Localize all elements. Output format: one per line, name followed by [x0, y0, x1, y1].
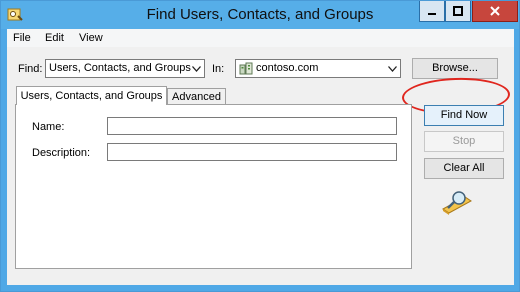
description-label: Description:	[32, 147, 91, 159]
menu-file[interactable]: File	[13, 32, 31, 44]
menu-bar: File Edit View	[7, 29, 514, 47]
chevron-down-icon	[191, 60, 201, 77]
magnifier-icon	[442, 191, 472, 215]
close-button[interactable]	[472, 1, 518, 22]
domain-icon	[239, 62, 253, 75]
dialog-client-area: File Edit View Find: Users, Contacts, an…	[7, 29, 514, 285]
find-combo[interactable]: Users, Contacts, and Groups	[45, 59, 205, 78]
stop-button[interactable]: Stop	[424, 131, 504, 152]
find-combo-value: Users, Contacts, and Groups	[49, 62, 191, 74]
find-now-button[interactable]: Find Now	[424, 105, 504, 126]
tab-advanced[interactable]: Advanced	[167, 88, 226, 104]
name-label: Name:	[32, 121, 65, 133]
find-dialog-window: Find Users, Contacts, and Groups File Ed…	[0, 0, 520, 292]
maximize-icon	[453, 6, 463, 16]
chevron-down-icon	[387, 60, 397, 77]
find-label: Find:	[18, 63, 43, 75]
browse-button[interactable]: Browse...	[412, 58, 498, 79]
maximize-button[interactable]	[445, 1, 471, 22]
in-combo-value: contoso.com	[256, 62, 319, 74]
in-label: In:	[212, 63, 225, 75]
search-criteria-panel: Name: Description:	[15, 104, 412, 269]
menu-view[interactable]: View	[79, 32, 103, 44]
minimize-icon	[428, 13, 436, 15]
description-input[interactable]	[107, 143, 397, 161]
title-bar[interactable]: Find Users, Contacts, and Groups	[1, 1, 519, 29]
close-icon	[490, 6, 500, 16]
minimize-button[interactable]	[419, 1, 445, 22]
tab-users-contacts-groups[interactable]: Users, Contacts, and Groups	[16, 86, 167, 105]
name-input[interactable]	[107, 117, 397, 135]
clear-all-button[interactable]: Clear All	[424, 158, 504, 179]
in-combo[interactable]: contoso.com	[235, 59, 401, 78]
menu-edit[interactable]: Edit	[45, 32, 64, 44]
